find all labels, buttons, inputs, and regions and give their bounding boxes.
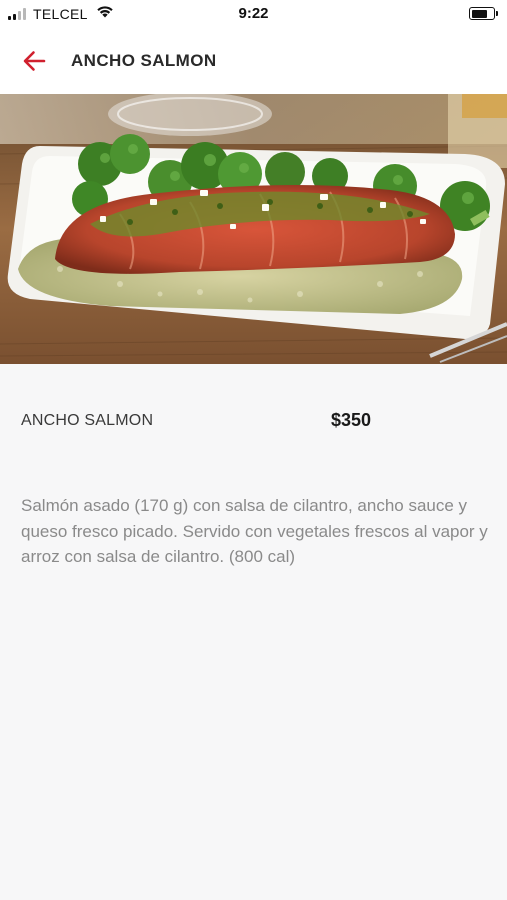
dish-image — [0, 94, 507, 364]
item-description: Salmón asado (170 g) con salsa de cilant… — [21, 496, 488, 566]
item-price: $350 — [331, 410, 372, 430]
status-time: 9:22 — [238, 5, 269, 22]
screen: TELCEL 9:22 ANCHO SALMON ANCHO SALMON $3… — [0, 0, 507, 900]
item-name: ANCHO SALMON — [21, 412, 154, 429]
back-button[interactable] — [18, 46, 50, 76]
arrow-left-icon — [23, 51, 46, 71]
item-details: ANCHO SALMON $350 Salmón asado (170 g) c… — [0, 364, 507, 900]
salmon-dish-photo — [0, 94, 507, 364]
status-bar: TELCEL 9:22 — [0, 0, 507, 28]
page-title: ANCHO SALMON — [71, 51, 217, 70]
header: ANCHO SALMON — [0, 28, 507, 94]
battery-icon — [469, 7, 498, 20]
battery-level — [471, 9, 488, 18]
